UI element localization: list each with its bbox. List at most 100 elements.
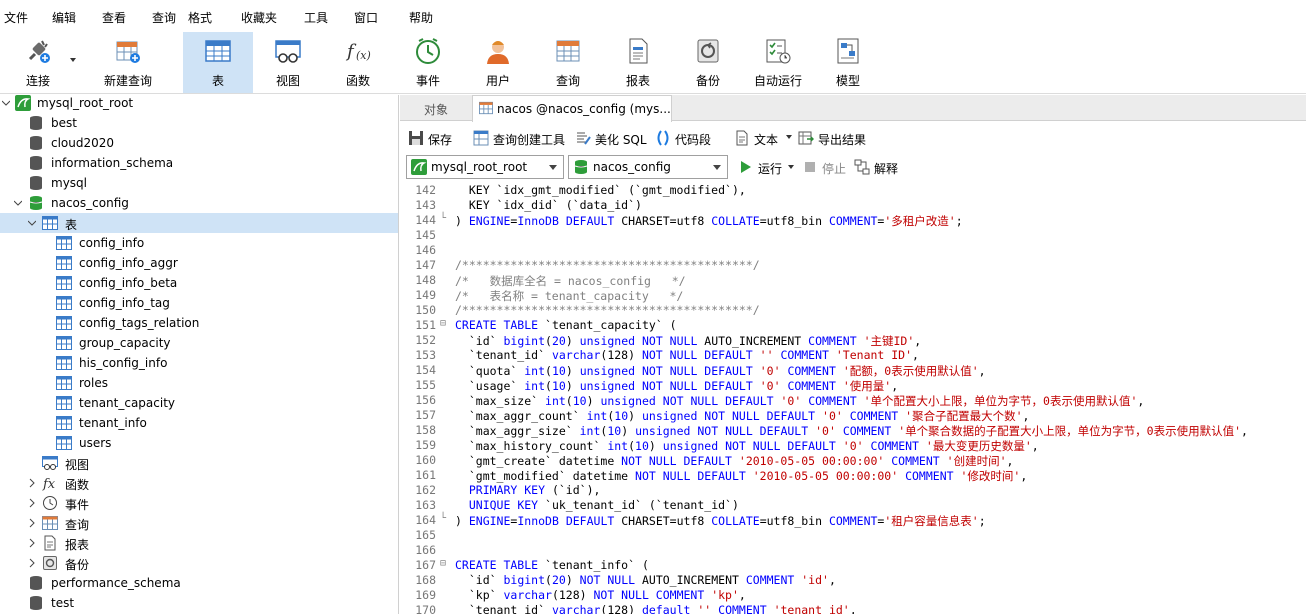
table-button[interactable]: 表 (183, 32, 253, 93)
menu-file[interactable]: 文件 (4, 9, 28, 26)
run-dropdown-icon[interactable] (788, 165, 794, 169)
fold-marker[interactable] (440, 228, 452, 243)
fold-marker[interactable] (440, 453, 452, 468)
tree-table-item[interactable]: config_info_aggr (0, 253, 398, 273)
run-button[interactable]: 运行 (738, 159, 794, 176)
tree-queries-node[interactable]: 查询 (0, 513, 398, 533)
tree-db-best[interactable]: best (0, 113, 398, 133)
menu-window[interactable]: 窗口 (354, 9, 378, 26)
code-snippet-button[interactable]: 代码段 (655, 130, 715, 147)
chevron-right-icon[interactable] (28, 518, 36, 528)
fold-marker[interactable] (440, 303, 452, 318)
tree-table-item[interactable]: users (0, 433, 398, 453)
tree-table-item[interactable]: his_config_info (0, 353, 398, 373)
tree-db-information-schema[interactable]: information_schema (0, 153, 398, 173)
stop-button[interactable]: 停止 (802, 159, 848, 176)
tree-table-item[interactable]: roles (0, 373, 398, 393)
tree-table-item[interactable]: group_capacity (0, 333, 398, 353)
tree-events-node[interactable]: 事件 (0, 493, 398, 513)
fold-marker[interactable] (440, 483, 452, 498)
fold-marker[interactable] (440, 363, 452, 378)
tree-db-nacos-config[interactable]: nacos_config (0, 193, 398, 213)
menu-format[interactable]: 格式 (188, 9, 212, 26)
tree-table-item[interactable]: tenant_capacity (0, 393, 398, 413)
fold-marker[interactable] (440, 378, 452, 393)
tree-db-mysql[interactable]: mysql (0, 173, 398, 193)
chevron-right-icon[interactable] (28, 478, 36, 488)
fold-marker[interactable] (440, 288, 452, 303)
tree-table-item[interactable]: config_info_beta (0, 273, 398, 293)
tab-objects[interactable]: 对象 (400, 95, 472, 121)
fold-marker[interactable] (440, 528, 452, 543)
tree-table-item[interactable]: tenant_info (0, 413, 398, 433)
explain-button[interactable]: 解释 (854, 159, 902, 176)
new-query-button[interactable]: 新建查询 (78, 32, 178, 93)
backup-button[interactable]: 备份 (673, 32, 743, 93)
tree-table-item[interactable]: config_tags_relation (0, 313, 398, 333)
menu-edit[interactable]: 编辑 (52, 9, 76, 26)
text-dropdown-icon[interactable] (786, 135, 792, 139)
menu-tools[interactable]: 工具 (304, 9, 328, 26)
chevron-right-icon[interactable] (28, 538, 36, 548)
query-builder-button[interactable]: 查询创建工具 (473, 130, 569, 147)
tree-backups-node[interactable]: 备份 (0, 553, 398, 573)
tree-table-item[interactable]: config_info (0, 233, 398, 253)
fold-marker[interactable] (440, 273, 452, 288)
tree-table-item[interactable]: config_info_tag (0, 293, 398, 313)
beautify-sql-button[interactable]: 美化 SQL (575, 130, 651, 147)
export-results-button[interactable]: 导出结果 (798, 130, 870, 147)
fold-marker[interactable] (440, 243, 452, 258)
tree-functions-node[interactable]: fx 函数 (0, 473, 398, 493)
fold-marker[interactable]: └ (440, 513, 452, 528)
fold-marker[interactable] (440, 258, 452, 273)
menu-favorites[interactable]: 收藏夹 (241, 9, 277, 26)
fold-marker[interactable] (440, 348, 452, 363)
navigator-tree[interactable]: mysql_root_root best cloud2020 informati… (0, 95, 399, 614)
fold-marker[interactable] (440, 573, 452, 588)
fold-marker[interactable] (440, 468, 452, 483)
report-button[interactable]: 报表 (603, 32, 673, 93)
fold-marker[interactable] (440, 438, 452, 453)
fold-marker[interactable] (440, 498, 452, 513)
fold-marker[interactable] (440, 198, 452, 213)
fold-marker[interactable] (440, 393, 452, 408)
fold-marker[interactable] (440, 603, 452, 614)
event-button[interactable]: 事件 (393, 32, 463, 93)
connection-select[interactable]: mysql_root_root (406, 155, 564, 179)
query-button[interactable]: 查询 (533, 32, 603, 93)
fold-marker[interactable] (440, 588, 452, 603)
text-button[interactable]: 文本 (734, 130, 794, 147)
model-button[interactable]: 模型 (813, 32, 883, 93)
fold-marker[interactable] (440, 543, 452, 558)
user-button[interactable]: 用户 (463, 32, 533, 93)
tree-db-performance-schema[interactable]: performance_schema (0, 573, 398, 593)
fold-marker[interactable] (440, 408, 452, 423)
tree-db-test[interactable]: test (0, 593, 398, 613)
view-button[interactable]: 视图 (253, 32, 323, 93)
chevron-right-icon[interactable] (28, 498, 36, 508)
tree-tables-node[interactable]: 表 (0, 213, 398, 233)
fold-marker[interactable] (440, 333, 452, 348)
tree-connection[interactable]: mysql_root_root (0, 95, 398, 113)
connect-dropdown-icon[interactable] (70, 58, 76, 62)
tree-reports-node[interactable]: 报表 (0, 533, 398, 553)
menu-view[interactable]: 查看 (102, 9, 126, 26)
connect-button[interactable]: 连接 (3, 32, 73, 93)
menu-help[interactable]: 帮助 (409, 9, 433, 26)
fold-marker[interactable] (440, 183, 452, 198)
save-button[interactable]: 保存 (408, 130, 454, 147)
menu-query[interactable]: 查询 (152, 9, 176, 26)
tree-views-node[interactable]: 视图 (0, 453, 398, 473)
tab-query[interactable]: nacos @nacos_config (mys... (472, 95, 672, 122)
fold-marker[interactable]: ⊟ (440, 558, 452, 573)
sql-code-editor[interactable]: 142 KEY `idx_gmt_modified` (`gmt_modifie… (400, 183, 1306, 614)
chevron-down-icon[interactable] (2, 98, 10, 108)
auto-run-button[interactable]: 自动运行 (743, 32, 813, 93)
fold-marker[interactable] (440, 423, 452, 438)
fold-marker[interactable]: ⊟ (440, 318, 452, 333)
tree-db-cloud2020[interactable]: cloud2020 (0, 133, 398, 153)
chevron-down-icon[interactable] (14, 198, 22, 208)
database-select[interactable]: nacos_config (568, 155, 728, 179)
chevron-right-icon[interactable] (28, 558, 36, 568)
chevron-down-icon[interactable] (28, 218, 36, 228)
